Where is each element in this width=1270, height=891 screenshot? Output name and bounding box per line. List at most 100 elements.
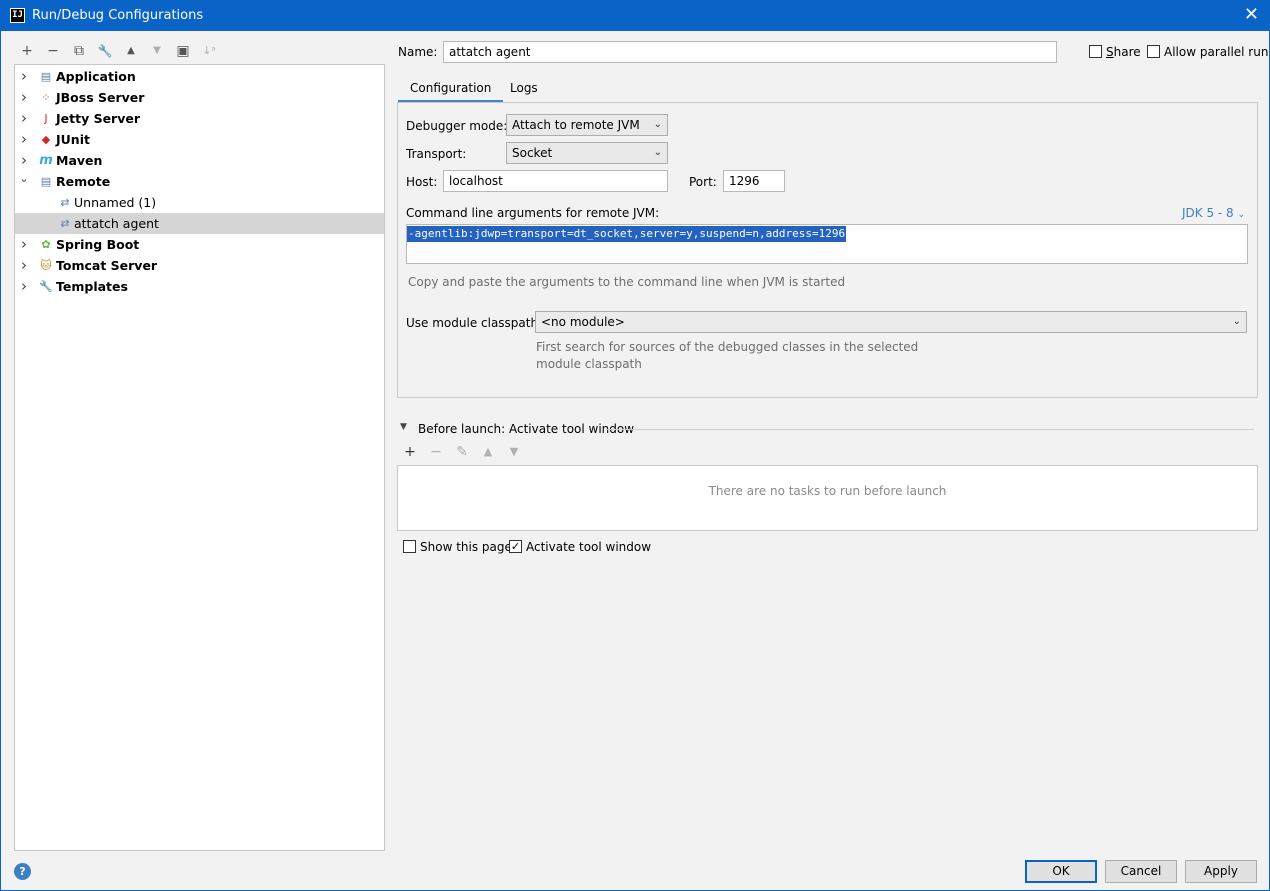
activate-tool-window-checkbox[interactable]: ✓ (509, 540, 522, 553)
args-selected-text: -agentlib:jdwp=transport=dt_socket,serve… (407, 226, 847, 242)
debugger-mode-label: Debugger mode: (406, 119, 508, 133)
args-hint: Copy and paste the arguments to the comm… (408, 275, 846, 289)
remove-task-button[interactable]: − (427, 443, 445, 461)
chevron-down-icon: ⌄ (653, 147, 662, 158)
name-input[interactable]: attatch agent (443, 41, 1057, 63)
module-classpath-value: <no module> (541, 315, 625, 329)
tree-item-tomcat-server[interactable]: › 🐱 Tomcat Server (15, 255, 384, 276)
maven-icon: m (39, 153, 53, 168)
chevron-right-icon[interactable]: › (18, 129, 30, 150)
transport-select[interactable]: Socket ⌄ (506, 142, 668, 164)
chevron-right-icon[interactable]: › (18, 66, 30, 87)
tree-item-application[interactable]: › ▤ Application (15, 66, 384, 87)
chevron-right-icon[interactable]: › (18, 108, 30, 129)
move-up-button[interactable]: ▲ (121, 41, 141, 61)
tree-item-spring-boot[interactable]: › ✿ Spring Boot (15, 234, 384, 255)
before-launch-separator (606, 429, 1254, 430)
tree-item-templates[interactable]: › 🔧 Templates (15, 276, 384, 297)
empty-tasks-message: There are no tasks to run before launch (708, 484, 947, 498)
chevron-right-icon[interactable]: › (18, 255, 30, 276)
title-bar: IJ Run/Debug Configurations ✕ (1, 1, 1269, 31)
allow-parallel-checkbox[interactable] (1147, 45, 1160, 58)
spring-boot-icon: ✿ (41, 238, 51, 251)
before-launch-task-list[interactable]: There are no tasks to run before launch (397, 465, 1258, 531)
module-hint-line-2: module classpath (536, 357, 642, 371)
name-label: Name: (398, 45, 438, 59)
chevron-down-icon: ⌄ (1237, 210, 1246, 220)
chevron-right-icon[interactable]: › (18, 276, 30, 297)
chevron-down-icon[interactable]: ⌄ (18, 168, 30, 189)
jboss-icon: ⁘ (41, 91, 51, 104)
tree-item-unnamed-1[interactable]: ⇄ Unnamed (1) (15, 192, 384, 213)
tree-item-maven[interactable]: › m Maven (15, 150, 384, 171)
show-page-checkbox[interactable] (403, 540, 416, 553)
tomcat-icon: 🐱 (40, 259, 52, 272)
tree-item-label: Tomcat Server (56, 258, 158, 273)
edit-task-icon[interactable]: ✎ (453, 443, 471, 461)
module-classpath-label: Use module classpath: (406, 316, 543, 330)
chevron-right-icon[interactable]: › (18, 87, 30, 108)
args-textarea[interactable]: -agentlib:jdwp=transport=dt_socket,serve… (406, 224, 1248, 264)
wrench-icon: 🔧 (39, 280, 53, 293)
tree-item-label: JBoss Server (56, 90, 145, 105)
tree-item-junit[interactable]: › ◆ JUnit (15, 129, 384, 150)
help-icon[interactable]: ? (14, 863, 31, 880)
remote-config-icon: ⇄ (60, 217, 70, 230)
share-label-rest: hare (1113, 45, 1141, 59)
port-label: Port: (689, 175, 717, 189)
chevron-right-icon[interactable]: › (18, 234, 30, 255)
tree-item-attatch-agent[interactable]: ⇄ attatch agent (15, 213, 384, 234)
edit-defaults-button[interactable]: 🔧 (95, 41, 115, 61)
remote-config-icon: ⇄ (60, 196, 70, 209)
config-tree[interactable]: › ▤ Application › ⁘ JBoss Server › J Jetty Serve… (14, 64, 385, 851)
junit-icon: ◆ (41, 133, 51, 146)
chevron-down-icon: ⌄ (1232, 316, 1241, 327)
module-hint-line-1: First search for sources of the debugged… (536, 340, 919, 354)
copy-config-button[interactable]: ⧉ (69, 41, 89, 61)
move-task-down-icon[interactable]: ▼ (505, 443, 523, 461)
tree-item-jboss-server[interactable]: › ⁘ JBoss Server (15, 87, 384, 108)
tree-item-label: Application (56, 69, 136, 84)
tab-configuration[interactable]: Configuration (398, 75, 504, 103)
tree-item-label: Remote (56, 174, 111, 189)
sort-button[interactable]: ↓ᵃ (199, 41, 219, 61)
move-task-up-icon[interactable]: ▲ (479, 443, 497, 461)
debugger-mode-value: Attach to remote JVM (512, 118, 640, 132)
application-icon: ▤ (40, 70, 52, 83)
close-icon[interactable]: ✕ (1244, 5, 1259, 25)
share-checkbox[interactable] (1089, 45, 1102, 58)
tab-logs[interactable]: Logs (498, 75, 550, 103)
jetty-icon: J (44, 112, 48, 125)
tree-item-label: JUnit (56, 132, 90, 147)
remove-config-button[interactable]: − (43, 41, 63, 61)
share-mnemonic: S (1106, 45, 1114, 59)
host-input[interactable]: localhost (443, 170, 668, 192)
show-page-label: Show this page (420, 540, 512, 554)
remote-icon: ▤ (40, 175, 52, 188)
add-config-button[interactable]: + (17, 41, 37, 61)
ok-button[interactable]: OK (1025, 860, 1097, 883)
tree-item-jetty-server[interactable]: › J Jetty Server (15, 108, 384, 129)
transport-value: Socket (512, 146, 553, 160)
tree-item-label: attatch agent (74, 216, 159, 231)
debugger-mode-select[interactable]: Attach to remote JVM ⌄ (506, 114, 668, 136)
apply-button[interactable]: Apply (1185, 860, 1257, 883)
cancel-button[interactable]: Cancel (1105, 860, 1177, 883)
new-folder-button[interactable]: ▣ (173, 41, 193, 61)
host-label: Host: (406, 175, 438, 189)
module-classpath-select[interactable]: <no module> ⌄ (535, 311, 1247, 333)
before-launch-title: Before launch: Activate tool window (418, 422, 635, 436)
tree-item-remote[interactable]: ⌄ ▤ Remote (15, 171, 384, 192)
move-down-button[interactable]: ▼ (147, 41, 167, 61)
share-label: Share (1106, 45, 1141, 59)
chevron-down-icon: ⌄ (653, 119, 662, 130)
port-input[interactable]: 1296 (723, 170, 785, 192)
add-task-button[interactable]: + (401, 443, 419, 461)
collapse-triangle-icon[interactable]: ▼ (400, 422, 407, 432)
allow-parallel-label: Allow parallel run (1164, 45, 1269, 59)
intellij-icon: IJ (10, 8, 25, 23)
transport-label: Transport: (406, 147, 467, 161)
tree-item-label: Unnamed (1) (74, 195, 157, 210)
tree-item-label: Jetty Server (56, 111, 141, 126)
jdk-version-link[interactable]: JDK 5 - 8 ⌄ (1182, 206, 1245, 220)
